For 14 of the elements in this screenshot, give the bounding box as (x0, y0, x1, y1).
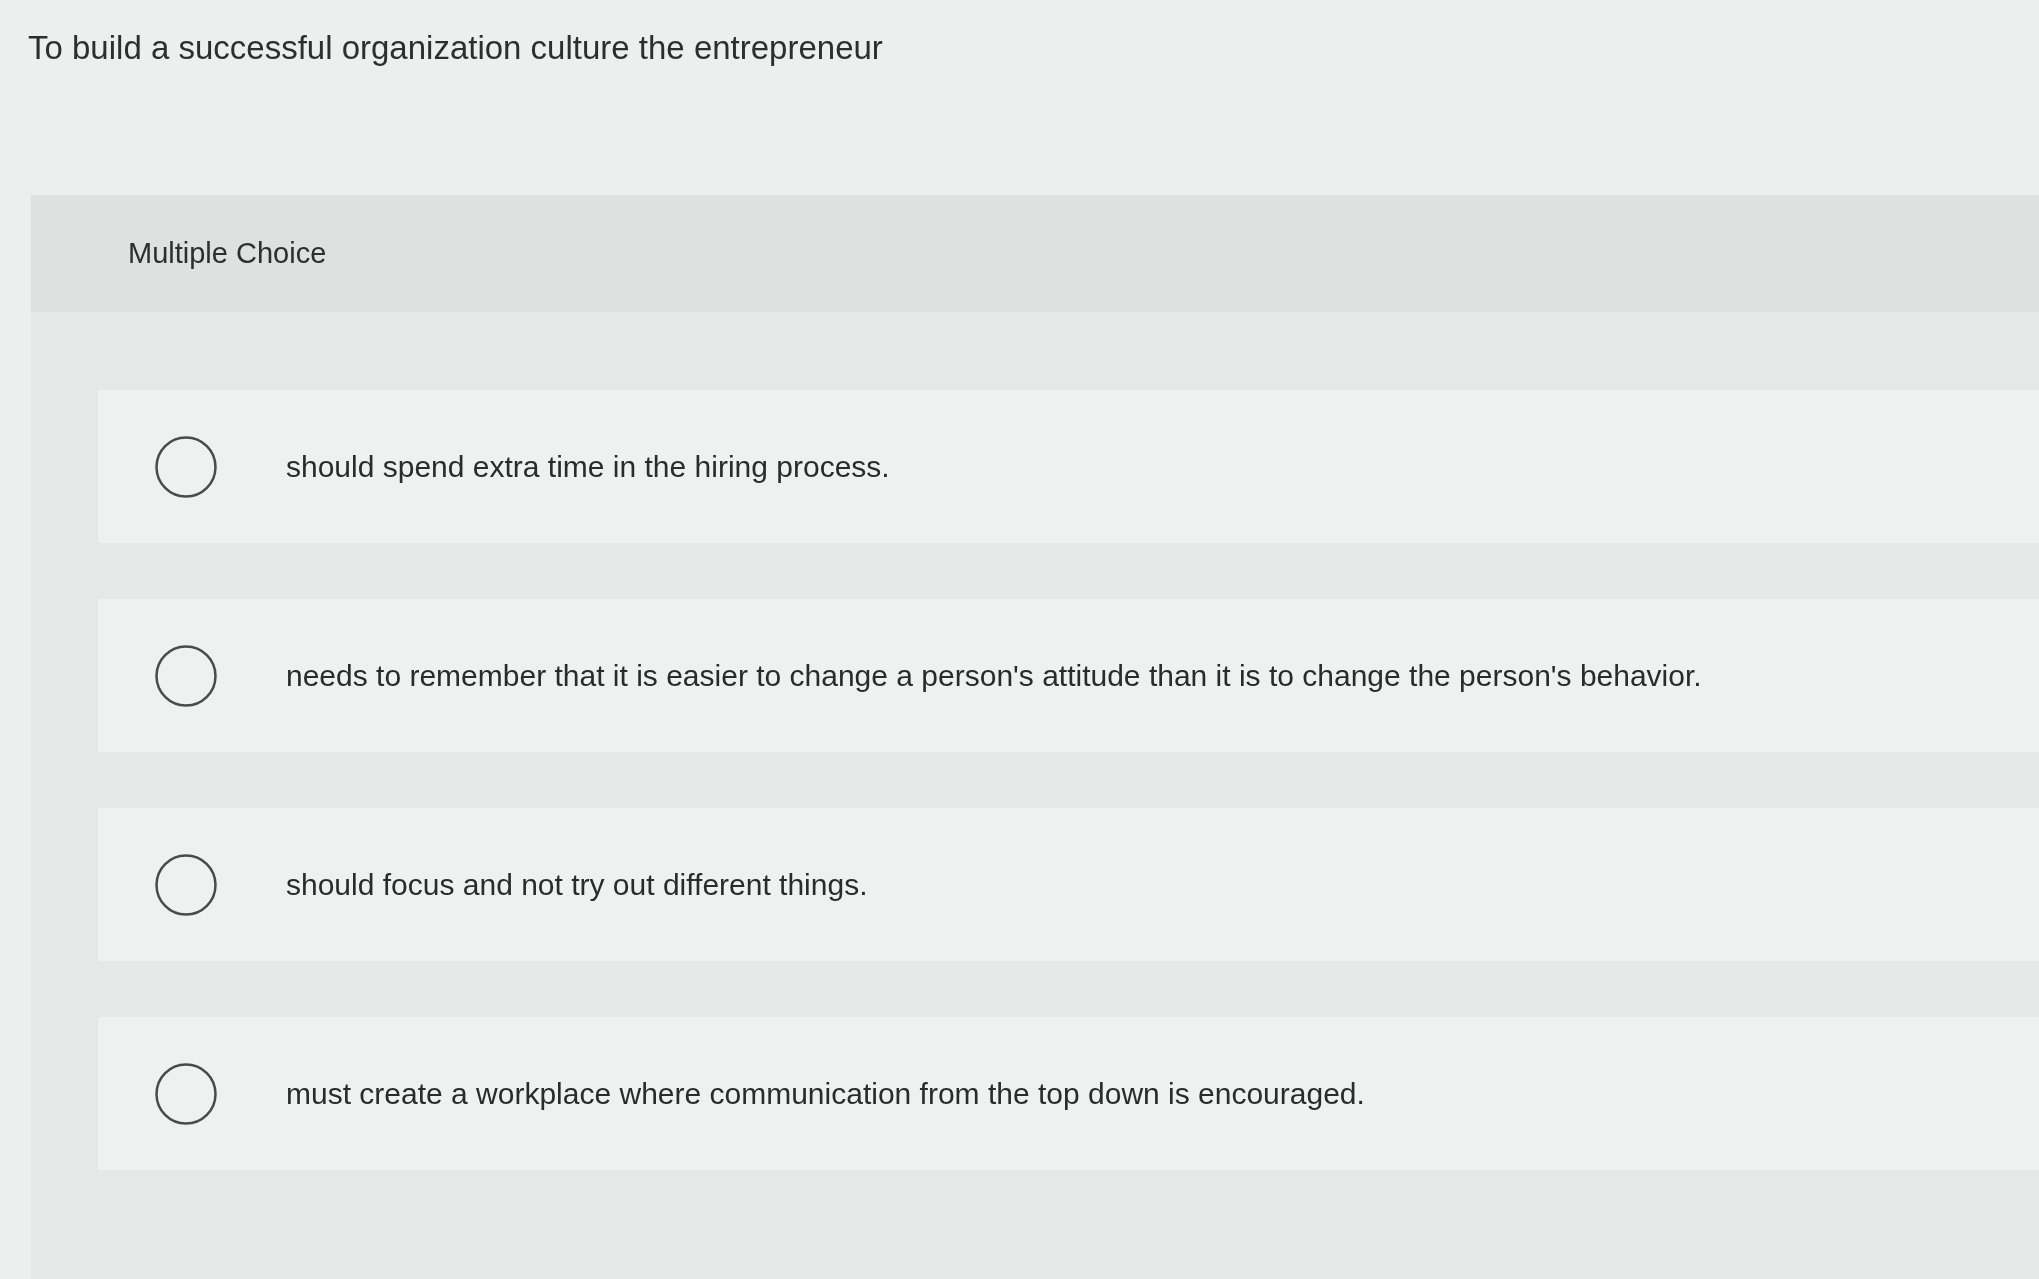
question-text: To build a successful organization culture the entrepreneur (28, 28, 883, 68)
radio-button[interactable] (155, 435, 217, 498)
option-label: needs to remember that it is easier to change a person's attitude than it is to change the person's behavior. (286, 657, 1702, 694)
option-label: should spend extra time in the hiring process. (286, 448, 890, 485)
radio-button[interactable] (155, 853, 217, 916)
option-card[interactable]: must create a workplace where communication from the top down is encouraged. (98, 1017, 2039, 1170)
option-card[interactable]: needs to remember that it is easier to change a person's attitude than it is to change the person's behavior. (98, 599, 2039, 752)
radio-button[interactable] (155, 644, 217, 707)
option-card[interactable]: should spend extra time in the hiring process. (98, 390, 2039, 543)
radio-button[interactable] (155, 1062, 217, 1125)
question-type-label: Multiple Choice (128, 237, 327, 270)
option-card[interactable]: should focus and not try out different things. (98, 808, 2039, 961)
option-label: must create a workplace where communication from the top down is encouraged. (286, 1075, 1365, 1112)
option-label: should focus and not try out different things. (286, 866, 868, 903)
